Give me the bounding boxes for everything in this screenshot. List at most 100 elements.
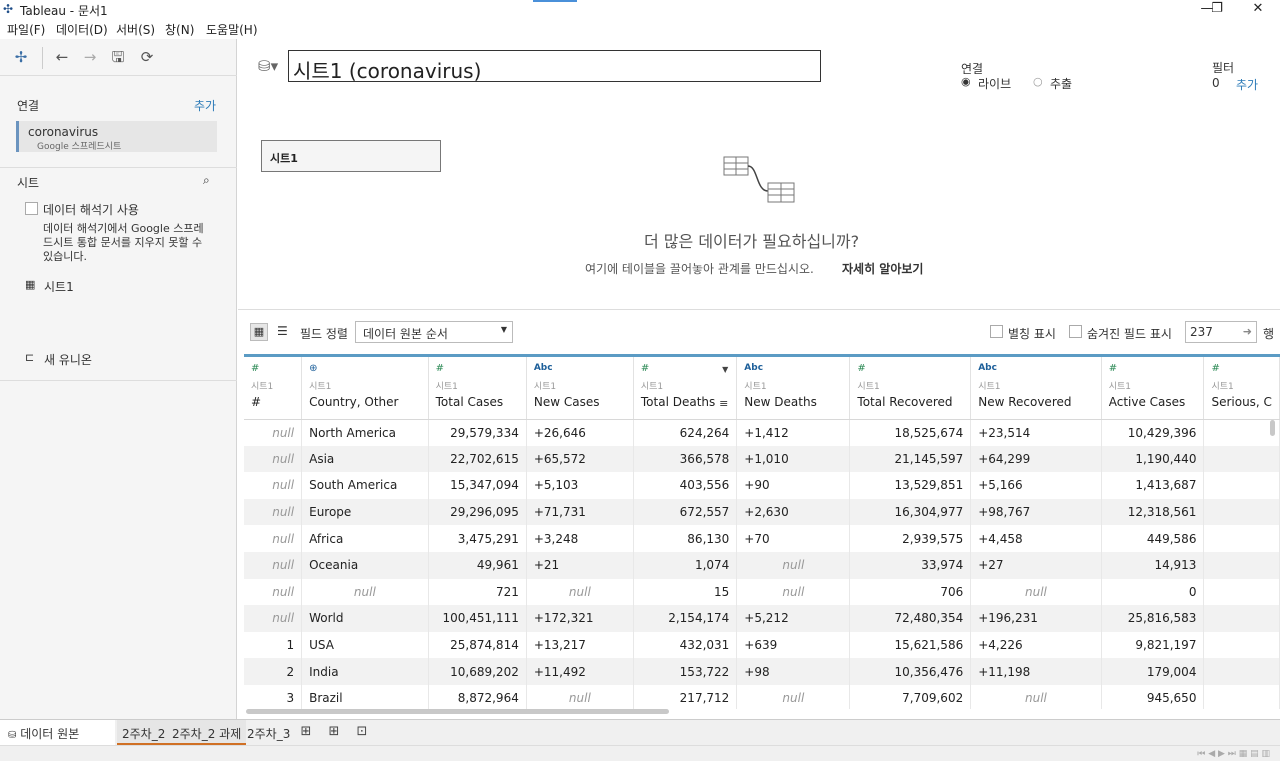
column-header[interactable]: # 시트1 Total Deaths ▼ ≡ (633, 357, 738, 420)
sort-fields-select[interactable]: 데이터 원본 순서 ▼ (355, 321, 513, 343)
table-row[interactable]: null North America 29,579,334 +26,646 624,26… (244, 419, 1280, 446)
search-icon[interactable]: ⌕ (203, 173, 210, 188)
string-type-icon[interactable]: Abc (534, 363, 626, 375)
rows-value: 237 (1190, 325, 1213, 339)
column-source: 시트1 (640, 382, 664, 392)
table-cell: 432,031 (633, 631, 738, 659)
table-cell: 0 (1101, 578, 1205, 606)
table-cell: null (244, 445, 303, 473)
table-row[interactable]: null World 100,451,111 +172,321 2,154,174 +5,… (244, 605, 1280, 632)
menu-window[interactable]: 창(N) (165, 21, 194, 38)
column-name: New Recovered (978, 395, 1072, 409)
column-header[interactable]: Abc 시트1 New Deaths (736, 357, 851, 420)
new-union-item[interactable]: 새 유니온 (44, 351, 92, 368)
datasource-name-input[interactable]: 시트1 (coronavirus) (288, 50, 821, 83)
column-menu-icon[interactable]: ▼ (722, 365, 728, 374)
column-name: # (251, 395, 262, 409)
menu-file[interactable]: 파일(F) (7, 21, 45, 38)
table-row[interactable]: 2 India 10,689,202 +11,492 153,722 +98 10,356,… (244, 658, 1280, 685)
arrow-right-icon[interactable]: ➜ (1243, 325, 1252, 338)
table-cell: +70 (736, 525, 851, 552)
column-header[interactable]: # 시트1 Serious, C (1203, 357, 1280, 420)
add-connection-link[interactable]: 추가 (194, 97, 216, 114)
number-type-icon[interactable]: # (1109, 363, 1197, 375)
table-cell: +23,514 (970, 419, 1102, 446)
interpreter-checkbox[interactable] (25, 202, 38, 215)
add-filter-link[interactable]: 추가 (1236, 76, 1258, 93)
table-row[interactable]: 3 Brazil 8,872,964 null 217,712 null 7,709,602… (244, 684, 1280, 709)
table-cell: +2,630 (736, 498, 851, 526)
sheet-logical-table[interactable]: 시트1 (261, 140, 441, 172)
table-row[interactable]: null Asia 22,702,615 +65,572 366,578 +1,010 21… (244, 445, 1280, 473)
number-type-icon[interactable]: # (857, 363, 963, 375)
sheet-navigation-icons[interactable]: ⏮ ◀ ▶ ⏭ ▦ ▤ ▥ (1197, 749, 1270, 759)
column-source: 시트1 (744, 382, 767, 392)
forward-icon[interactable]: → (80, 47, 100, 67)
string-type-icon[interactable]: Abc (978, 363, 1094, 375)
menu-help[interactable]: 도움말(H) (206, 21, 258, 38)
column-source: 시트1 (978, 382, 1001, 392)
new-dashboard-icon[interactable]: ⊞ (325, 724, 343, 742)
table-row[interactable]: null Oceania 49,961 +21 1,074 null 33,974 +27 14… (244, 551, 1280, 579)
column-header[interactable]: # 시트1 Total Recovered (849, 357, 972, 420)
number-type-icon[interactable]: # (1211, 363, 1272, 375)
extract-radio-icon[interactable]: ○ (1033, 75, 1043, 88)
datasource-icon[interactable]: ⛁▾ (258, 57, 278, 75)
sheet-tab-2[interactable]: 2주차_2 과제 (167, 720, 247, 745)
column-header[interactable]: # 시트1 # (244, 357, 303, 420)
number-type-icon[interactable]: # (436, 363, 519, 375)
table-row[interactable]: 1 USA 25,874,814 +13,217 432,031 +639 15,621,5… (244, 631, 1280, 659)
table-row[interactable]: null Europe 29,296,095 +71,731 672,557 +2,630… (244, 498, 1280, 526)
table-header-row: # 시트1 # ⊕ 시트1 Country, Other # 시트1 Total Cases Ab… (244, 357, 1280, 420)
column-header[interactable]: Abc 시트1 New Recovered (970, 357, 1102, 420)
new-worksheet-icon[interactable]: ⊞ (297, 724, 315, 742)
table-cell (1203, 578, 1280, 606)
refresh-icon[interactable]: ⟳ (137, 47, 157, 67)
new-story-icon[interactable]: ⊡ (353, 724, 371, 742)
restore-button[interactable]: ❐ (1197, 0, 1237, 19)
sheet-item-sheet1[interactable]: 시트1 (44, 278, 74, 295)
connection-item[interactable]: coronavirus Google 스프레드시트 (16, 121, 217, 152)
list-view-icon[interactable]: ☰ (277, 324, 288, 338)
column-header[interactable]: # 시트1 Total Cases (428, 357, 527, 420)
show-hidden-checkbox[interactable] (1069, 325, 1082, 338)
back-icon[interactable]: ← (52, 47, 72, 67)
table-cell: Africa (301, 525, 429, 552)
datasource-tab[interactable]: ⛁ 데이터 원본 (0, 720, 115, 745)
close-button[interactable]: ✕ (1238, 0, 1278, 19)
sheet-tab-1[interactable]: 2주차_2 (117, 720, 171, 745)
table-cell: 49,961 (428, 551, 527, 579)
sort-icon[interactable]: ≡ (719, 397, 728, 410)
geo-type-icon[interactable]: ⊕ (309, 363, 421, 375)
show-aliases-checkbox[interactable] (990, 325, 1003, 338)
column-header[interactable]: Abc 시트1 New Cases (526, 357, 634, 420)
table-cell (1203, 498, 1280, 526)
table-row[interactable]: null South America 15,347,094 +5,103 403,556… (244, 472, 1280, 499)
number-type-icon[interactable]: # (641, 363, 729, 375)
sheets-heading: 시트 (17, 176, 40, 190)
table-cell: +90 (736, 472, 851, 499)
column-name: Serious, C (1211, 395, 1272, 409)
menu-data[interactable]: 데이터(D) (56, 21, 108, 38)
learn-more-link[interactable]: 자세히 알아보기 (842, 260, 923, 277)
table-row[interactable]: null null 721 null 15 null 706 null 0 (244, 578, 1280, 606)
live-radio-icon[interactable]: ◉ (961, 75, 971, 88)
rows-input[interactable]: 237 ➜ (1185, 321, 1257, 343)
toolbar-divider-line (0, 75, 237, 76)
save-icon[interactable]: 🖫 (108, 47, 128, 67)
grid-view-icon[interactable]: ▦ (250, 323, 268, 341)
vertical-scrollbar[interactable] (1270, 420, 1275, 436)
horizontal-scrollbar[interactable] (246, 709, 669, 714)
column-name: Total Recovered (857, 395, 953, 409)
number-type-icon[interactable]: # (251, 363, 294, 375)
menu-server[interactable]: 서버(S) (116, 21, 155, 38)
column-header[interactable]: ⊕ 시트1 Country, Other (301, 357, 429, 420)
string-type-icon[interactable]: Abc (744, 363, 842, 375)
table-cell: 449,586 (1101, 525, 1205, 552)
table-cell: +11,492 (526, 658, 634, 685)
section-divider (0, 167, 237, 168)
column-header[interactable]: # 시트1 Active Cases (1101, 357, 1205, 420)
table-row[interactable]: null Africa 3,475,291 +3,248 86,130 +70 2,939,… (244, 525, 1280, 552)
tableau-home-icon[interactable]: ✢ (11, 47, 31, 67)
sheet-tab-3[interactable]: 2주차_3 (242, 720, 295, 745)
